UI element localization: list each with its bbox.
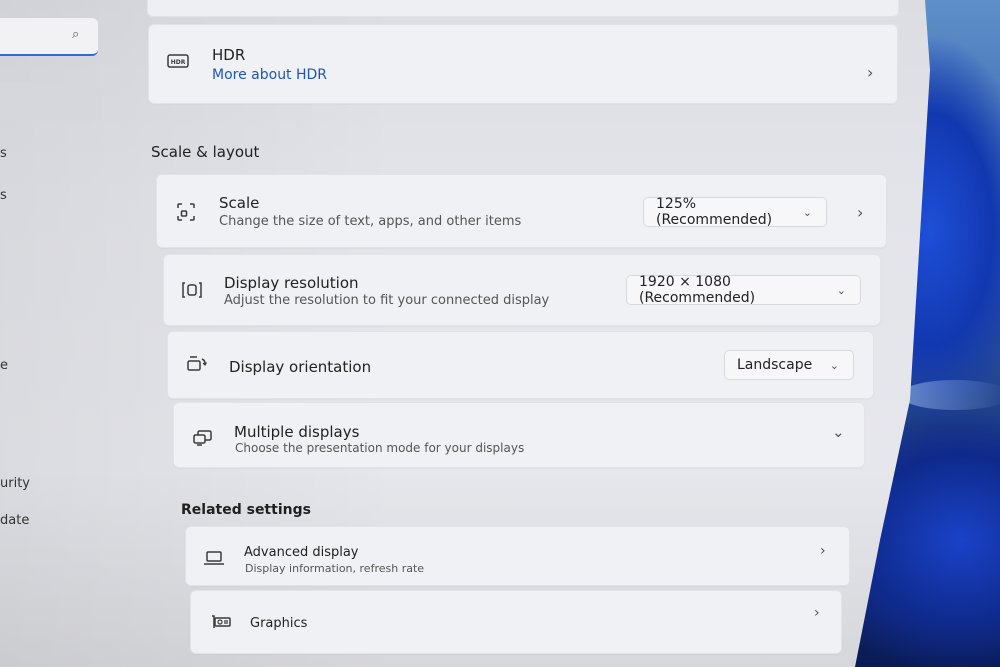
sidebar-item-label[interactable]: e	[0, 358, 8, 373]
multiple-displays-icon	[191, 428, 215, 448]
display-resolution-icon	[180, 280, 204, 300]
scale-subtitle: Change the size of text, apps, and other…	[219, 214, 522, 229]
graphics-card[interactable]: Graphics ›	[190, 590, 842, 654]
display-orientation-dropdown[interactable]: Landscape ⌄	[724, 350, 854, 380]
display-resolution-subtitle: Adjust the resolution to fit your connec…	[224, 293, 550, 308]
chevron-down-icon: ⌄	[802, 205, 812, 219]
more-about-hdr-link[interactable]: More about HDR	[212, 67, 327, 83]
sidebar-item-label[interactable]: s	[0, 146, 7, 161]
display-orientation-value: Landscape	[737, 357, 813, 373]
advanced-display-title: Advanced display	[244, 545, 359, 560]
hdr-title: HDR	[212, 46, 246, 64]
chevron-right-icon[interactable]: ›	[857, 203, 863, 222]
chevron-right-icon: ›	[820, 543, 826, 559]
sidebar-item-label[interactable]: date	[0, 513, 29, 528]
chevron-right-icon: ›	[814, 605, 820, 621]
display-resolution-value: 1920 × 1080 (Recommended)	[639, 274, 756, 306]
multiple-displays-card[interactable]: Multiple displays Choose the presentatio…	[173, 402, 865, 468]
chevron-right-icon: ›	[867, 63, 874, 82]
hdr-card[interactable]: HDR HDR More about HDR ›	[148, 24, 898, 104]
advanced-display-card[interactable]: Advanced display Display information, re…	[185, 526, 850, 586]
search-input[interactable]: ⌕	[0, 18, 98, 56]
laptop-icon	[202, 549, 226, 567]
wallpaper-highlight	[900, 380, 1000, 410]
advanced-display-subtitle: Display information, refresh rate	[245, 562, 425, 575]
display-orientation-card[interactable]: Display orientation Landscape ⌄	[167, 331, 874, 399]
display-resolution-title: Display resolution	[224, 274, 359, 292]
graphics-title: Graphics	[250, 616, 308, 631]
chevron-down-icon: ⌄	[829, 358, 839, 372]
sidebar-item-label[interactable]: urity	[0, 476, 30, 491]
svg-text:HDR: HDR	[171, 59, 186, 66]
scale-dropdown[interactable]: 125% (Recommended) ⌄	[643, 196, 827, 228]
scale-title: Scale	[219, 194, 260, 212]
multiple-displays-title: Multiple displays	[234, 423, 360, 441]
display-orientation-title: Display orientation	[229, 358, 372, 376]
previous-card-edge	[147, 0, 899, 17]
sidebar-item-label[interactable]: s	[0, 188, 7, 203]
search-icon: ⌕	[72, 27, 80, 42]
graphics-card-icon	[209, 613, 233, 631]
scale-value: 125% (Recommended)	[656, 196, 773, 228]
section-heading-related-settings: Related settings	[181, 502, 311, 518]
sidebar-item-selected[interactable]	[0, 83, 103, 121]
display-orientation-icon	[185, 354, 209, 374]
chevron-down-icon[interactable]: ⌄	[832, 423, 845, 441]
display-resolution-card[interactable]: Display resolution Adjust the resolution…	[163, 254, 881, 326]
scale-card[interactable]: Scale Change the size of text, apps, and…	[156, 174, 887, 248]
scale-icon	[175, 201, 197, 223]
hdr-icon: HDR	[166, 53, 190, 69]
section-heading-scale-layout: Scale & layout	[151, 143, 260, 161]
multiple-displays-subtitle: Choose the presentation mode for your di…	[235, 441, 525, 455]
chevron-down-icon: ⌄	[836, 283, 846, 297]
display-resolution-dropdown[interactable]: 1920 × 1080 (Recommended) ⌄	[626, 274, 861, 306]
